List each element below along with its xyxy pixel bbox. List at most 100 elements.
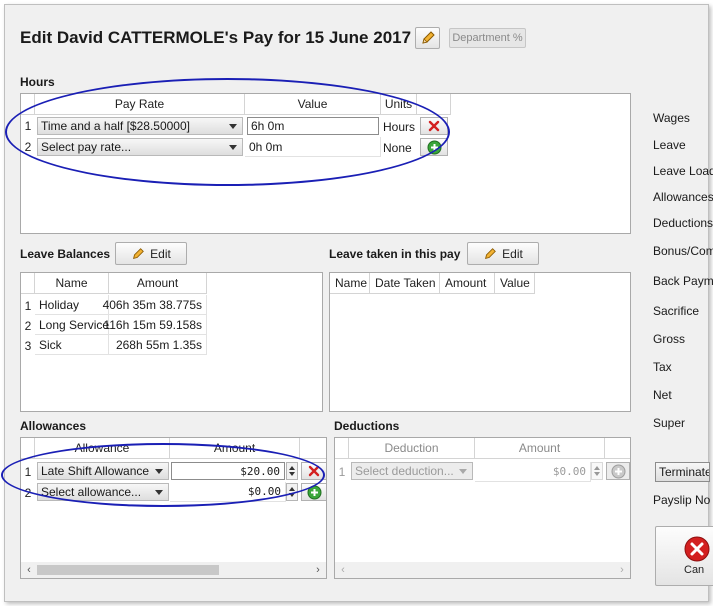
pencil-icon xyxy=(421,31,435,44)
hours-value-input[interactable]: 6h 0m xyxy=(247,117,379,135)
summary-allowances: Allowances xyxy=(653,190,713,204)
allowance-col-amount[interactable]: Amount xyxy=(170,438,300,459)
edit-leave-taken-button[interactable]: Edit xyxy=(467,242,539,265)
add-hours-row-button[interactable] xyxy=(420,138,448,156)
leave-taken-grid: Name Date Taken Amount Value xyxy=(329,272,631,412)
allowance-value: Select allowance... xyxy=(41,485,142,499)
row-number: 1 xyxy=(338,465,346,479)
summary-net: Net xyxy=(653,388,672,402)
row-number: 2 xyxy=(24,140,32,154)
hours-value-cell[interactable]: 0h 0m xyxy=(245,137,381,157)
hours-corner-header xyxy=(21,94,35,115)
deduction-amount-spinner[interactable] xyxy=(591,462,603,480)
delete-hours-row-button[interactable] xyxy=(420,117,448,135)
leave-taken-col-amount[interactable]: Amount xyxy=(440,273,495,294)
scroll-right-icon[interactable]: › xyxy=(614,562,630,578)
department-percent-button[interactable]: Department % xyxy=(449,28,526,48)
summary-bonus: Bonus/Com xyxy=(653,244,713,258)
allowance-value: Late Shift Allowance xyxy=(41,464,150,478)
leave-amount-cell: 406h 35m 38.775s xyxy=(103,295,207,315)
summary-deductions: Deductions xyxy=(653,216,713,230)
edit-label: Edit xyxy=(150,246,171,261)
allowances-label: Allowances xyxy=(20,419,87,433)
edit-label: Edit xyxy=(502,246,523,261)
summary-gross: Gross xyxy=(653,332,686,346)
deduction-corner-header xyxy=(335,438,349,459)
pay-rate-select[interactable]: Time and a half [$28.50000] xyxy=(37,117,243,135)
cancel-icon xyxy=(684,536,710,562)
allowance-amount-cell[interactable]: $0.00 xyxy=(170,482,286,502)
deduction-col-amount[interactable]: Amount xyxy=(475,438,605,459)
delete-x-icon xyxy=(308,465,320,477)
summary-super: Super xyxy=(653,416,686,430)
leave-col-name[interactable]: Name xyxy=(35,273,109,294)
allowance-col-name[interactable]: Allowance xyxy=(35,438,170,459)
add-deduction-row-button[interactable] xyxy=(606,462,630,480)
allowance-select[interactable]: Late Shift Allowance xyxy=(37,462,169,480)
add-plus-icon xyxy=(307,485,321,499)
hours-col-units[interactable]: Units xyxy=(381,94,417,115)
hours-units: None xyxy=(383,141,412,155)
delete-allowance-row-button[interactable] xyxy=(301,462,326,480)
dropdown-arrow-icon xyxy=(155,469,163,474)
deductions-hscrollbar[interactable]: ‹ › xyxy=(335,562,630,578)
scroll-thumb[interactable] xyxy=(37,565,219,575)
leave-name-cell: Holiday xyxy=(35,295,109,315)
pencil-icon xyxy=(485,247,497,259)
leave-taken-col-date[interactable]: Date Taken xyxy=(370,273,440,294)
hours-units: Hours xyxy=(383,120,416,134)
leave-corner-header xyxy=(21,273,35,294)
row-number: 2 xyxy=(24,486,32,500)
allowance-select[interactable]: Select allowance... xyxy=(37,483,169,501)
dropdown-arrow-icon xyxy=(229,124,237,129)
leave-balances-grid: Name Amount 1 Holiday 406h 35m 38.775s 2… xyxy=(20,272,323,412)
hours-label: Hours xyxy=(20,75,55,89)
edit-title-button[interactable] xyxy=(415,27,440,49)
scroll-right-icon[interactable]: › xyxy=(310,562,326,578)
pay-editor-window: Edit David CATTERMOLE's Pay for 15 June … xyxy=(1,4,713,602)
scroll-left-icon[interactable]: ‹ xyxy=(335,562,351,578)
leave-amount-cell: 116h 15m 59.158s xyxy=(103,315,207,335)
edit-leave-balances-button[interactable]: Edit xyxy=(115,242,187,265)
cancel-button[interactable]: Can xyxy=(655,526,713,586)
hours-col-value[interactable]: Value xyxy=(245,94,381,115)
allowance-amount-input[interactable]: $20.00 xyxy=(171,462,285,480)
hours-col-actions xyxy=(417,94,451,115)
add-allowance-row-button[interactable] xyxy=(301,483,326,501)
deduction-col-actions xyxy=(605,438,630,459)
leave-col-amount[interactable]: Amount xyxy=(109,273,207,294)
deduction-amount-cell[interactable]: $0.00 xyxy=(475,462,591,482)
summary-sacrifice: Sacrifice xyxy=(653,304,700,318)
row-number: 2 xyxy=(24,319,32,333)
summary-tax: Tax xyxy=(653,360,672,374)
pay-rate-value: Select pay rate... xyxy=(41,140,132,154)
deduction-select[interactable]: Select deduction... xyxy=(351,462,473,480)
delete-x-icon xyxy=(428,120,440,132)
leave-taken-col-value[interactable]: Value xyxy=(495,273,535,294)
leave-taken-label: Leave taken in this pay xyxy=(329,247,461,261)
leave-taken-col-name[interactable]: Name xyxy=(330,273,370,294)
allowance-amount-spinner[interactable] xyxy=(286,462,298,480)
deductions-grid: Deduction Amount 1 Select deduction... $… xyxy=(334,437,631,579)
terminate-select[interactable]: Terminate xyxy=(655,462,710,482)
row-number: 3 xyxy=(24,339,32,353)
dropdown-arrow-icon xyxy=(229,145,237,150)
summary-wages: Wages xyxy=(653,111,690,125)
allowances-grid: Allowance Amount 1 Late Shift Allowance … xyxy=(20,437,327,579)
row-number: 1 xyxy=(24,465,32,479)
deduction-col-name[interactable]: Deduction xyxy=(349,438,475,459)
hours-col-pay-rate[interactable]: Pay Rate xyxy=(35,94,245,115)
cancel-label: Can xyxy=(684,564,705,576)
page-title: Edit David CATTERMOLE's Pay for 15 June … xyxy=(20,28,412,47)
summary-back-pay: Back Paym xyxy=(653,274,713,288)
allowance-amount-spinner[interactable] xyxy=(286,483,298,501)
scroll-left-icon[interactable]: ‹ xyxy=(21,562,37,578)
add-plus-icon xyxy=(611,464,625,478)
leave-name-cell: Sick xyxy=(35,335,109,355)
deductions-label: Deductions xyxy=(334,419,400,433)
allowances-hscrollbar[interactable]: ‹ › xyxy=(21,562,326,578)
pay-rate-select[interactable]: Select pay rate... xyxy=(37,138,243,156)
leave-name-cell: Long Service xyxy=(35,315,109,335)
dropdown-arrow-icon xyxy=(155,490,163,495)
hours-grid: Pay Rate Value Units 1 Time and a half [… xyxy=(20,93,631,234)
